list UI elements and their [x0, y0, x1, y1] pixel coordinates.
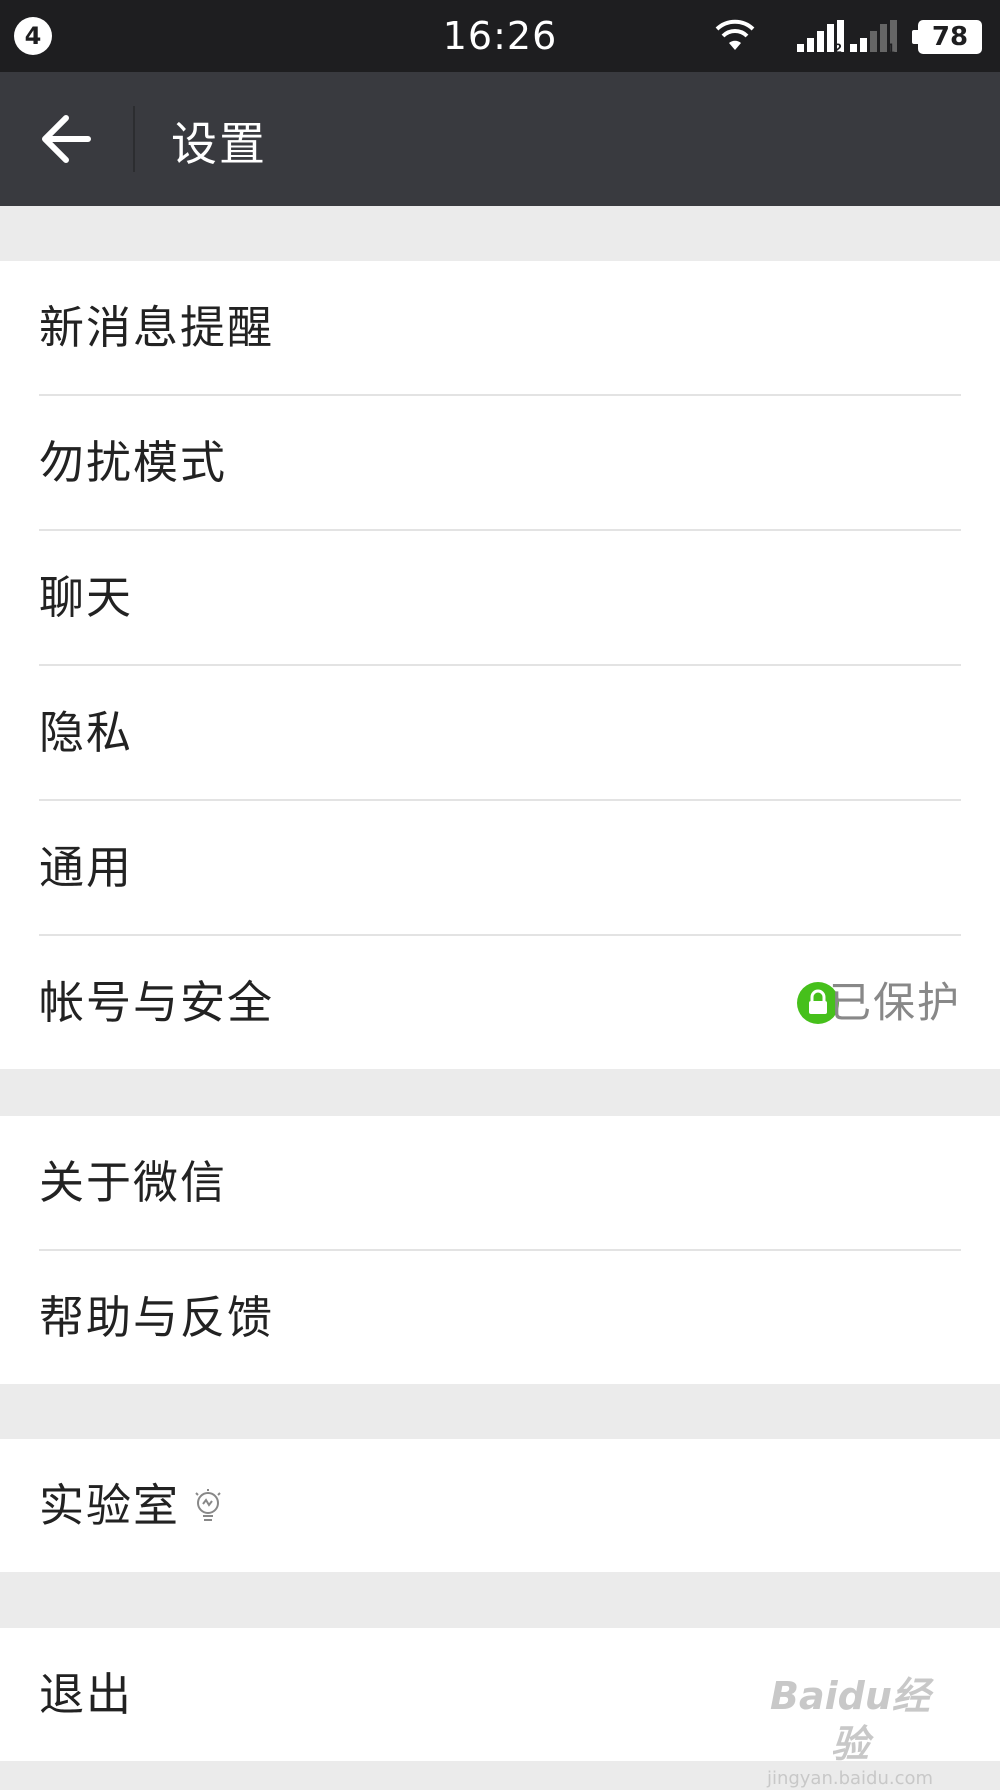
- settings-item-account-security[interactable]: 帐号与安全 已保护: [39, 934, 961, 1069]
- sim1-label: 2: [834, 40, 842, 54]
- signal-sim1-icon: 2: [797, 20, 844, 54]
- settings-group-lab: 实验室: [0, 1439, 1000, 1572]
- settings-item-new-message-alerts[interactable]: 新消息提醒: [39, 261, 961, 394]
- watermark-url: jingyan.baidu.com: [766, 1768, 934, 1789]
- status-bar: 4 16:26 2 1 78: [0, 0, 1000, 72]
- settings-item-lab[interactable]: 实验室: [39, 1439, 961, 1572]
- logout-label: 退出: [39, 1668, 134, 1721]
- sim2-label: 1: [887, 40, 895, 54]
- wifi-icon: [715, 19, 755, 50]
- account-status: 已保护: [781, 936, 961, 1069]
- settings-group-main: 新消息提醒 勿扰模式 聊天 隐私 通用 帐号与安全 已保护: [0, 261, 1000, 1069]
- back-button[interactable]: [22, 94, 112, 184]
- header-divider: [133, 106, 135, 172]
- settings-item-about-wechat[interactable]: 关于微信: [39, 1116, 961, 1249]
- arrow-left-icon: [42, 115, 91, 163]
- settings-item-label: 关于微信: [39, 1156, 228, 1209]
- status-badge: 已保护: [828, 978, 961, 1027]
- settings-item-label: 隐私: [39, 706, 134, 759]
- settings-group-about: 关于微信 帮助与反馈: [0, 1116, 1000, 1384]
- settings-item-label: 通用: [39, 841, 134, 894]
- settings-item-chats[interactable]: 聊天: [39, 529, 961, 664]
- settings-item-label: 帮助与反馈: [39, 1291, 275, 1344]
- settings-item-label: 新消息提醒: [39, 301, 275, 354]
- signal-sim2-icon: 1: [850, 20, 897, 54]
- settings-item-do-not-disturb[interactable]: 勿扰模式: [39, 394, 961, 529]
- settings-item-help-feedback[interactable]: 帮助与反馈: [39, 1249, 961, 1384]
- settings-item-general[interactable]: 通用: [39, 799, 961, 934]
- settings-item-privacy[interactable]: 隐私: [39, 664, 961, 799]
- watermark-logo: Baidu经验: [770, 1674, 930, 1766]
- watermark: Baidu经验 jingyan.baidu.com: [755, 1672, 945, 1789]
- settings-item-label: 帐号与安全: [39, 976, 275, 1029]
- settings-item-label: 实验室: [39, 1479, 181, 1532]
- lightbulb-icon: [192, 1487, 224, 1525]
- settings-item-label: 勿扰模式: [39, 436, 228, 489]
- page-title: 设置: [171, 117, 267, 171]
- battery-indicator: 78: [912, 20, 982, 54]
- action-bar: 设置: [0, 72, 1000, 206]
- settings-item-label: 聊天: [39, 571, 134, 624]
